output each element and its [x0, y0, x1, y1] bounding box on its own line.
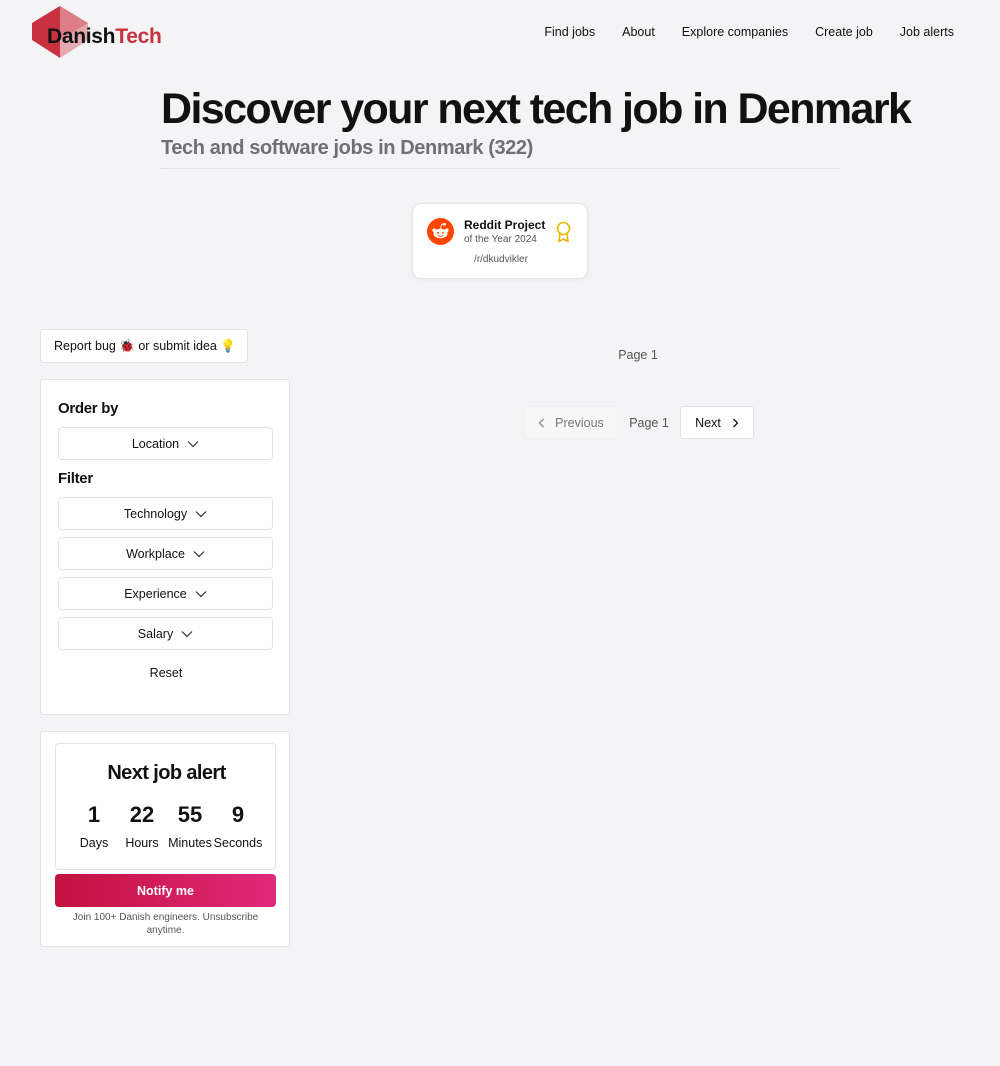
chevron-down-icon — [195, 510, 207, 517]
chevron-left-icon — [538, 418, 545, 427]
chevron-down-icon — [193, 550, 205, 557]
hero: Discover your next tech job in Denmark T… — [161, 84, 912, 160]
order-by-value: Location — [131, 436, 180, 451]
page-indicator-top: Page 1 — [618, 348, 658, 362]
hero-divider — [161, 168, 840, 169]
header: DanishTech Find jobs About Explore compa… — [0, 0, 1000, 66]
nav-job-alerts[interactable]: Job alerts — [900, 25, 954, 39]
filter-salary[interactable]: Salary — [58, 617, 273, 650]
filter-technology-label: Technology — [123, 506, 188, 521]
countdown-days: 1 Days — [69, 802, 119, 850]
nav-create-job[interactable]: Create job — [815, 25, 873, 39]
chevron-right-icon — [732, 418, 739, 427]
award-title: Reddit Project — [464, 218, 546, 232]
filter-technology[interactable]: Technology — [58, 497, 273, 530]
logo[interactable]: DanishTech — [32, 6, 172, 60]
main-nav: Find jobs About Explore companies Create… — [544, 25, 954, 39]
reddit-icon — [427, 218, 454, 245]
logo-text-tech: Tech — [115, 25, 162, 48]
countdown-days-value: 1 — [87, 802, 101, 827]
nav-find-jobs[interactable]: Find jobs — [544, 25, 595, 39]
next-page-label: Next — [695, 415, 721, 430]
filter-experience-label: Experience — [124, 586, 187, 601]
previous-page-label: Previous — [555, 415, 604, 430]
countdown-minutes-value: 55 — [177, 802, 203, 827]
countdown-hours-value: 22 — [129, 802, 155, 827]
nav-about[interactable]: About — [622, 25, 655, 39]
countdown-seconds-label: Seconds — [213, 836, 263, 850]
order-by-heading: Order by — [58, 400, 119, 417]
next-page-button[interactable]: Next — [680, 406, 754, 439]
chevron-down-icon — [187, 440, 199, 447]
countdown-hours-label: Hours — [125, 836, 159, 850]
job-alert-note: Join 100+ Danish engineers. Unsubscribe … — [72, 912, 259, 936]
filter-experience[interactable]: Experience — [58, 577, 273, 610]
award-ribbon-icon — [556, 221, 571, 243]
logo-text: DanishTech — [47, 25, 162, 49]
countdown-card: Next job alert 1 Days 22 Hours 55 Minute… — [55, 743, 276, 870]
filters-panel: Order by Location Filter Technology Work… — [40, 379, 290, 715]
reset-button[interactable]: Reset — [41, 666, 291, 680]
chevron-down-icon — [195, 590, 207, 597]
job-alert-title: Next job alert — [107, 762, 226, 784]
notify-me-button[interactable]: Notify me — [55, 874, 276, 907]
countdown-minutes: 55 Minutes — [165, 802, 215, 850]
filter-workplace-label: Workplace — [126, 546, 185, 561]
current-page: Page 1 — [629, 415, 669, 430]
nav-explore-companies[interactable]: Explore companies — [682, 25, 788, 39]
logo-text-danish: Danish — [47, 25, 116, 48]
filter-salary-label: Salary — [137, 626, 174, 641]
award-subreddit: /r/dkudvikler — [474, 254, 528, 265]
previous-page-button[interactable]: Previous — [524, 406, 618, 439]
countdown-days-label: Days — [79, 836, 109, 850]
report-bug-button[interactable]: Report bug 🐞 or submit idea 💡 — [40, 329, 248, 363]
filter-heading: Filter — [58, 470, 93, 487]
chevron-down-icon — [181, 630, 193, 637]
countdown-hours: 22 Hours — [117, 802, 167, 850]
countdown-seconds-value: 9 — [231, 802, 245, 827]
order-by-select[interactable]: Location — [58, 427, 273, 460]
award-subtitle: of the Year 2024 — [464, 234, 537, 245]
countdown-minutes-label: Minutes — [168, 836, 212, 850]
page-title: Discover your next tech job in Denmark — [161, 85, 912, 133]
filter-workplace[interactable]: Workplace — [58, 537, 273, 570]
job-alert-panel: Next job alert 1 Days 22 Hours 55 Minute… — [40, 731, 290, 947]
report-bug-label: Report bug 🐞 or submit idea 💡 — [54, 338, 236, 353]
countdown-seconds: 9 Seconds — [213, 802, 263, 850]
reddit-award-badge[interactable]: Reddit Project of the Year 2024 /r/dkudv… — [412, 203, 588, 279]
page-subtitle: Tech and software jobs in Denmark (322) — [161, 137, 533, 159]
